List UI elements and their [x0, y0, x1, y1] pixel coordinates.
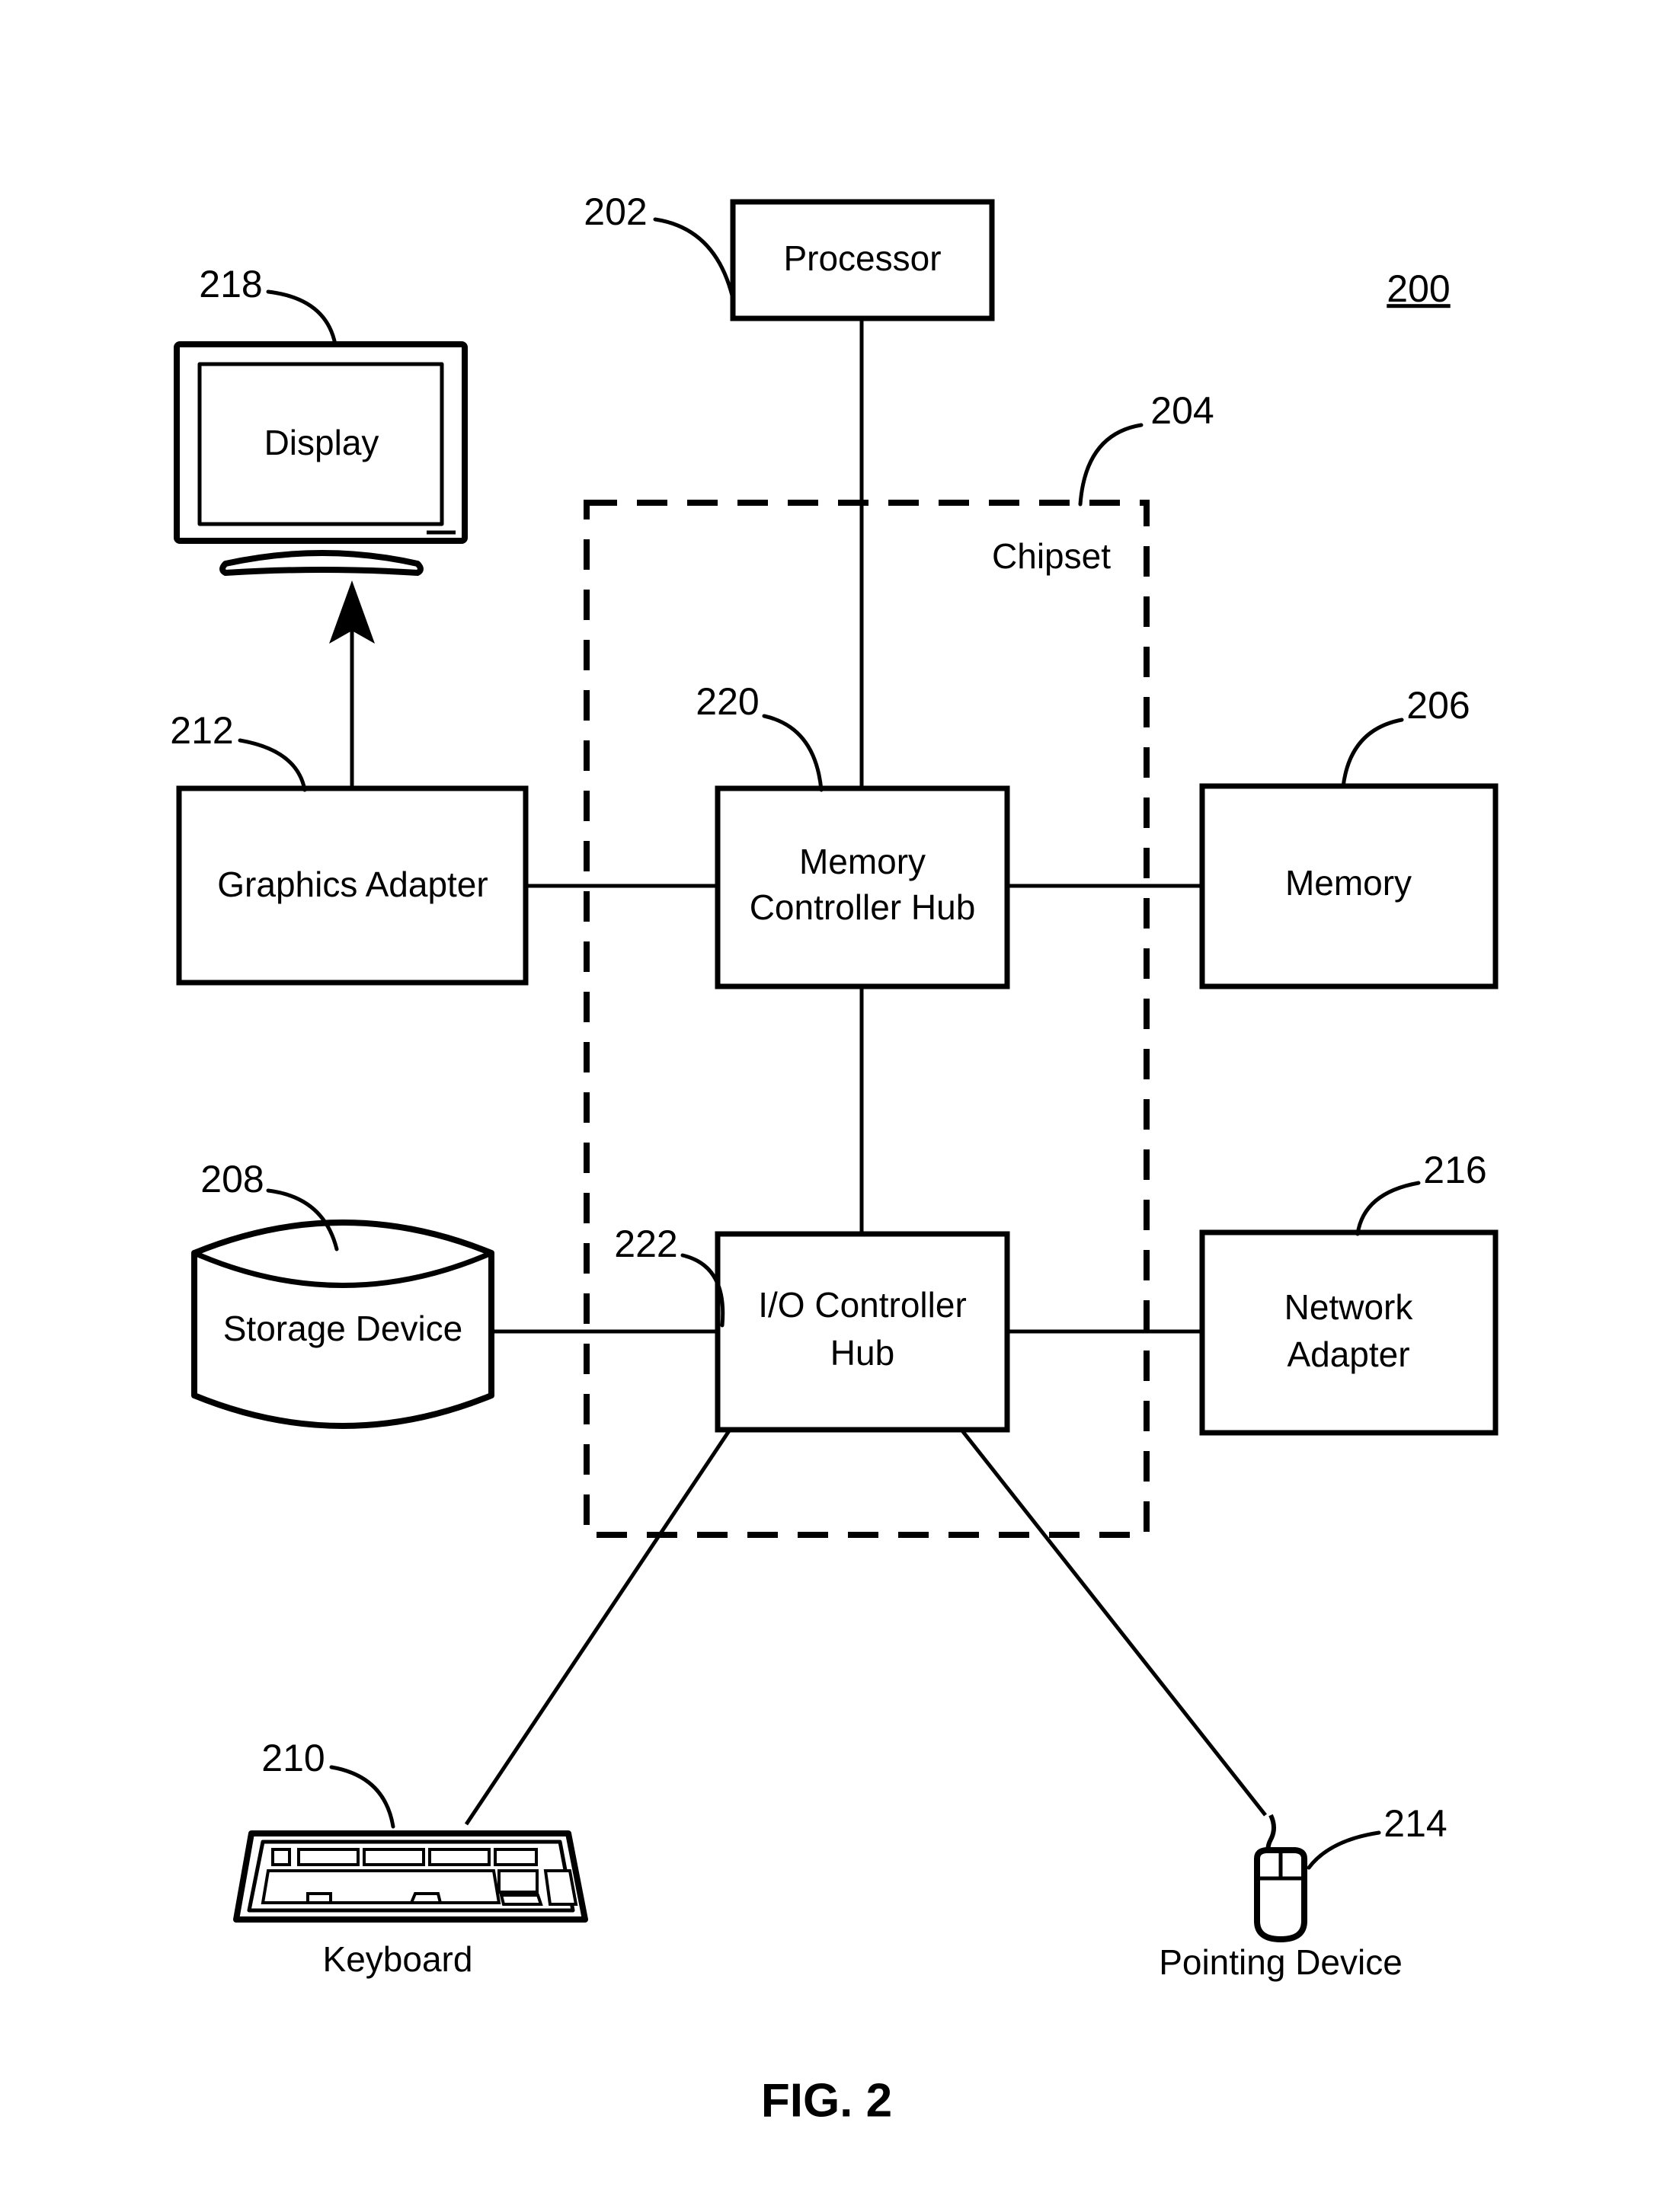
- ref-208-text: 208: [200, 1158, 264, 1200]
- ref-204-text: 204: [1150, 389, 1214, 432]
- storage-device-icon: Storage Device: [191, 1219, 494, 1429]
- ref-206-callout: 206: [1341, 684, 1470, 789]
- ref-216-leader: [1355, 1181, 1421, 1236]
- ref-202-callout: 202: [584, 190, 735, 301]
- ref-220-callout: 220: [696, 680, 824, 792]
- ref-210-text: 210: [261, 1737, 325, 1779]
- graphics-adapter-label: Graphics Adapter: [217, 865, 488, 904]
- system-ref-200: 200: [1387, 267, 1450, 310]
- storage-device-label: Storage Device: [223, 1309, 463, 1348]
- ref-204-leader: [1078, 423, 1144, 507]
- memory-block: Memory: [1199, 783, 1499, 989]
- ref-206-text: 206: [1406, 684, 1470, 727]
- keyboard-key-group-f5: [363, 1848, 425, 1866]
- keyboard-nav-upper: [497, 1869, 539, 1894]
- graphics-adapter-block: Graphics Adapter: [176, 785, 529, 986]
- display-monitor-icon: Display: [174, 341, 468, 576]
- keyboard-icon: Keyboard: [233, 1830, 588, 1979]
- ref-212-leader: [238, 738, 307, 792]
- ref-218-leader: [266, 289, 337, 347]
- memory-label: Memory: [1285, 863, 1412, 903]
- ref-204-callout: 204: [1078, 389, 1214, 507]
- io-controller-hub-box: [715, 1231, 1010, 1433]
- ref-214-callout: 214: [1307, 1802, 1447, 1870]
- ref-212-callout: 212: [170, 709, 307, 792]
- network-adapter-block: Network Adapter: [1199, 1229, 1499, 1436]
- mch-label-line2: Controller Hub: [750, 887, 976, 927]
- ref-202-text: 202: [584, 190, 647, 233]
- processor-block: Processor: [730, 199, 995, 321]
- keyboard-key-group-f1: [297, 1848, 360, 1866]
- display-label: Display: [264, 423, 379, 462]
- network-adapter-box: [1199, 1229, 1499, 1436]
- network-adapter-label-line1: Network: [1284, 1287, 1414, 1327]
- mouse-icon: Pointing Device: [1159, 1814, 1403, 1982]
- ref-214-leader: [1307, 1830, 1381, 1870]
- connection-lines: [350, 318, 1267, 1826]
- network-adapter-label-line2: Adapter: [1287, 1335, 1409, 1374]
- keyboard-key-esc: [271, 1848, 291, 1866]
- keyboard-label: Keyboard: [323, 1939, 473, 1979]
- ich-label-line2: Hub: [830, 1333, 894, 1373]
- ref-216-callout: 216: [1355, 1149, 1487, 1236]
- ref-222-text: 222: [614, 1223, 677, 1265]
- keyboard-main-block: [261, 1869, 501, 1904]
- keyboard-key-group-f9: [428, 1848, 491, 1866]
- pointing-device-label: Pointing Device: [1159, 1942, 1403, 1982]
- ref-212-text: 212: [170, 709, 233, 752]
- ref-206-leader: [1341, 718, 1404, 789]
- ref-222-callout: 222: [614, 1223, 725, 1328]
- ref-218-callout: 218: [199, 263, 337, 347]
- memory-controller-hub-block: Memory Controller Hub: [715, 785, 1010, 989]
- monitor-stand: [219, 550, 424, 576]
- keyboard-nav-lower: [499, 1894, 543, 1906]
- patent-figure: Chipset Processor 202 204 200 Display 21…: [0, 0, 1657, 2212]
- link-ich-to-keyboard: [464, 1428, 732, 1826]
- mch-label-line1: Memory: [799, 842, 926, 881]
- ref-216-text: 216: [1423, 1149, 1486, 1191]
- system-ref-text: 200: [1387, 267, 1450, 310]
- ref-210-leader: [329, 1765, 395, 1829]
- keyboard-numpad: [543, 1869, 578, 1906]
- ich-label-line1: I/O Controller: [758, 1285, 967, 1325]
- ref-202-leader: [653, 217, 735, 301]
- ref-218-text: 218: [199, 263, 262, 305]
- chipset-label: Chipset: [992, 536, 1111, 576]
- figure-caption: FIG. 2: [761, 2074, 892, 2127]
- processor-label: Processor: [783, 238, 941, 278]
- block-diagram-canvas: Chipset Processor 202 204 200 Display 21…: [170, 190, 1499, 2127]
- ref-220-text: 220: [696, 680, 759, 723]
- ref-220-leader: [762, 714, 824, 792]
- ref-210-callout: 210: [261, 1737, 395, 1829]
- io-controller-hub-block: I/O Controller Hub: [715, 1231, 1010, 1433]
- link-ich-to-pointing-device: [960, 1428, 1267, 1817]
- ref-214-text: 214: [1383, 1802, 1447, 1845]
- keyboard-key-group-nav-top: [494, 1848, 538, 1866]
